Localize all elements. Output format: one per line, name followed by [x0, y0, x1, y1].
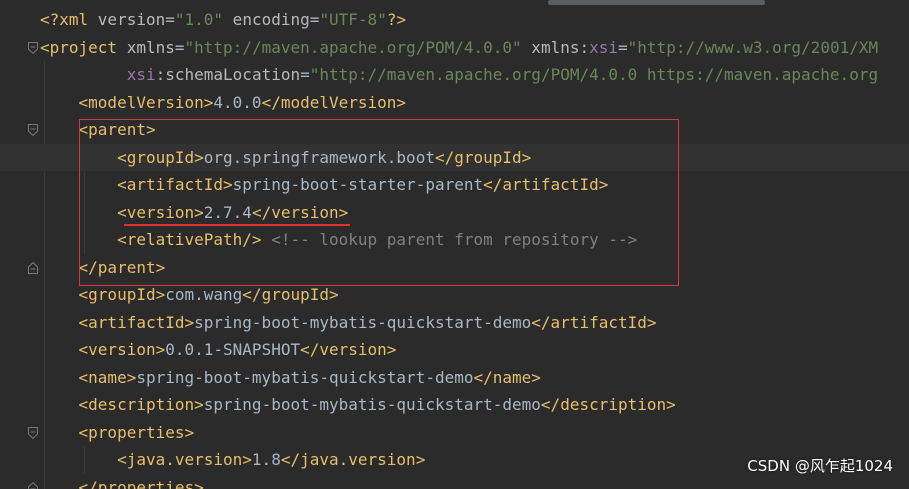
code-token: version	[97, 10, 166, 29]
watermark: CSDN @风乍起1024	[747, 456, 893, 475]
code-token: :schemaLocation	[155, 65, 301, 84]
code-token: <properties>	[78, 422, 195, 442]
code-token: </properties>	[78, 477, 204, 489]
code-token: <project	[40, 37, 127, 57]
code-token: <java.version>	[117, 450, 252, 469]
code-token: =	[618, 37, 628, 57]
code-token: spring-boot-mybatis-quickstart-demo	[203, 395, 541, 414]
code-token: <modelVersion>	[78, 92, 214, 112]
parent-block-highlight-box	[79, 119, 679, 286]
code-line-text: <artifactId>spring-boot-mybatis-quicksta…	[40, 309, 657, 337]
fold-close-icon[interactable]	[28, 481, 38, 489]
code-line[interactable]: <name>spring-boot-mybatis-quickstart-dem…	[0, 364, 909, 392]
code-token: "1.0"	[174, 10, 224, 29]
code-token: xmlns	[126, 37, 175, 57]
code-line[interactable]: <properties>	[0, 419, 909, 447]
code-line-text: <version>0.0.1-SNAPSHOT</version>	[40, 336, 397, 364]
version-underline-annotation	[124, 224, 350, 226]
code-line-text: <modelVersion>4.0.0</modelVersion>	[40, 89, 407, 117]
code-line[interactable]: <artifactId>spring-boot-mybatis-quicksta…	[0, 309, 909, 337]
code-token: 4.0.0	[213, 92, 262, 112]
code-token: <groupId>	[78, 285, 166, 304]
horizontal-scrollbar[interactable]	[548, 0, 765, 5]
code-line[interactable]: <description>spring-boot-mybatis-quickst…	[0, 391, 909, 419]
code-token: "http://maven.apache.org/POM/4.0.0 https…	[309, 65, 879, 84]
code-token: =	[174, 37, 185, 57]
code-line-text: <java.version>1.8</java.version>	[40, 446, 425, 474]
fold-close-icon[interactable]	[28, 261, 38, 274]
code-token: encoding	[223, 10, 310, 29]
code-token: "UTF-8"	[319, 10, 387, 29]
code-token: 0.0.1-SNAPSHOT	[165, 340, 301, 359]
code-line[interactable]: <?xml version="1.0" encoding="UTF-8"?>	[0, 6, 909, 34]
code-line-text: <description>spring-boot-mybatis-quickst…	[40, 391, 676, 419]
fold-open-icon[interactable]	[28, 426, 38, 439]
code-token: </description>	[540, 395, 676, 414]
code-line[interactable]: xsi:schemaLocation="http://maven.apache.…	[0, 61, 909, 89]
code-token: spring-boot-mybatis-quickstart-demo	[136, 367, 474, 387]
code-token: xsi	[126, 65, 156, 84]
code-token: "http://www.w3.org/2001/XM	[627, 37, 879, 57]
code-token: <version>	[78, 340, 166, 359]
code-token: <name>	[78, 367, 137, 387]
code-line-text: <?xml version="1.0" encoding="UTF-8"?>	[40, 6, 406, 34]
code-token: </artifactId>	[531, 312, 657, 332]
code-editor[interactable]: <?xml version="1.0" encoding="UTF-8"?> <p…	[0, 0, 909, 489]
code-token: spring-boot-mybatis-quickstart-demo	[194, 312, 532, 332]
code-token: </version>	[300, 340, 397, 359]
code-token: "http://maven.apache.org/POM/4.0.0"	[184, 37, 522, 57]
code-token: </java.version>	[280, 450, 426, 469]
code-token: <?xml	[40, 10, 98, 29]
code-line-text: </properties>	[40, 474, 204, 489]
code-token: </modelVersion>	[261, 92, 407, 112]
code-line[interactable]: <project xmlns="http://maven.apache.org/…	[0, 34, 909, 62]
code-token: =	[165, 10, 175, 29]
code-line[interactable]: <version>0.0.1-SNAPSHOT</version>	[0, 336, 909, 364]
code-token: <artifactId>	[78, 312, 195, 332]
code-token: </groupId>	[242, 285, 339, 304]
code-line-text: xsi:schemaLocation="http://maven.apache.…	[40, 61, 878, 89]
code-line[interactable]: <modelVersion>4.0.0</modelVersion>	[0, 89, 909, 117]
code-line-text: <properties>	[40, 419, 195, 447]
code-line-text: <name>spring-boot-mybatis-quickstart-dem…	[40, 364, 541, 392]
code-token: xsi	[589, 37, 619, 57]
code-token: com.wang	[165, 285, 243, 304]
code-token: xmlns:	[521, 37, 590, 57]
code-token: 1.8	[251, 450, 281, 469]
code-token: =	[309, 10, 320, 29]
code-token: </name>	[473, 367, 541, 387]
code-token: =	[300, 65, 310, 84]
fold-open-icon[interactable]	[28, 124, 38, 136]
fold-open-icon[interactable]	[28, 41, 38, 54]
code-line-text: <project xmlns="http://maven.apache.org/…	[40, 34, 878, 62]
code-token: ?>	[386, 10, 407, 29]
code-token: <description>	[78, 395, 204, 414]
